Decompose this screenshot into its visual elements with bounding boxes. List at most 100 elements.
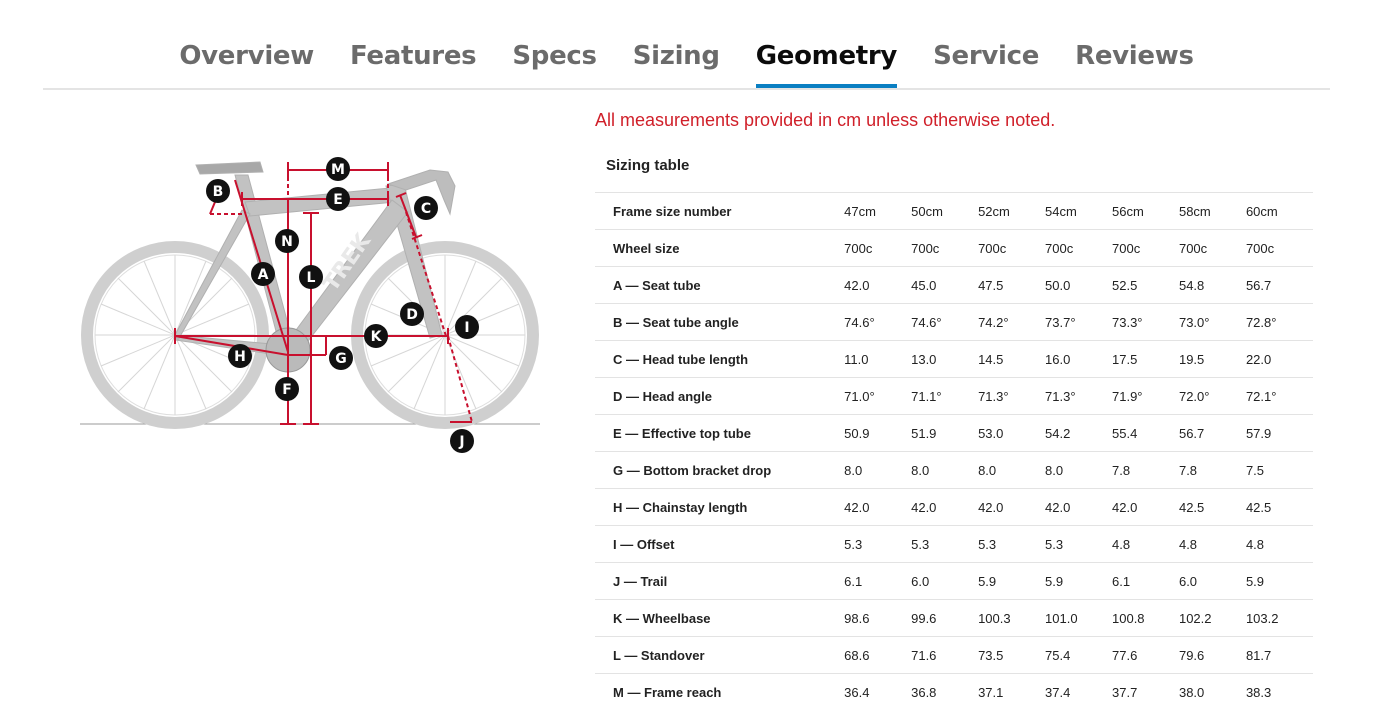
table-cell: 6.1 — [844, 562, 912, 600]
marker-i: I — [455, 315, 479, 339]
table-cell: 42.0 — [911, 488, 979, 526]
table-cell: 37.1 — [978, 673, 1046, 711]
table-cell: 101.0 — [1045, 599, 1112, 637]
table-cell: 37.4 — [1045, 673, 1112, 711]
table-cell: 98.6 — [844, 599, 912, 637]
table-cell: 8.0 — [911, 451, 979, 489]
sizing-table-title: Sizing table — [606, 157, 690, 174]
row-label: H — Chainstay length — [595, 488, 845, 526]
table-cell: 58cm — [1178, 192, 1246, 230]
section-tabs: Overview Features Specs Sizing Geometry … — [43, 0, 1330, 90]
table-cell: 72.1° — [1245, 377, 1313, 415]
table-cell: 57.9 — [1245, 414, 1313, 452]
geometry-diagram: TREK M E B C N L A D I K H G F J — [70, 140, 550, 460]
table-cell: 50cm — [911, 192, 979, 230]
table-cell: 54.8 — [1178, 266, 1246, 304]
table-row: B — Seat tube angle 74.6° 74.6° 74.2° 73.7° 7… — [595, 303, 1313, 341]
table-row: K — Wheelbase 98.6 99.6 100.3 101.0 100.8 102.… — [595, 599, 1313, 637]
table-cell: 37.7 — [1112, 673, 1179, 711]
table-cell: 5.3 — [1045, 525, 1112, 563]
table-cell: 5.9 — [1045, 562, 1112, 600]
table-cell: 103.2 — [1245, 599, 1313, 637]
table-cell: 11.0 — [844, 340, 912, 378]
svg-text:J: J — [458, 434, 464, 450]
table-cell: 7.8 — [1112, 451, 1179, 489]
tab-sizing[interactable]: Sizing — [615, 36, 738, 88]
table-cell: 7.5 — [1245, 451, 1313, 489]
tab-geometry[interactable]: Geometry — [738, 36, 915, 88]
svg-text:B: B — [213, 184, 224, 200]
table-row: Wheel size 700c 700c 700c 700c 700c 700c 700c — [595, 229, 1313, 267]
table-cell: 13.0 — [911, 340, 979, 378]
table-cell: 42.0 — [1045, 488, 1112, 526]
table-cell: 56.7 — [1178, 414, 1246, 452]
table-cell: 700c — [1112, 229, 1179, 267]
svg-text:H: H — [234, 349, 246, 365]
table-cell: 4.8 — [1245, 525, 1313, 563]
table-cell: 700c — [978, 229, 1046, 267]
tab-specs[interactable]: Specs — [494, 36, 614, 88]
table-cell: 14.5 — [978, 340, 1046, 378]
marker-k: K — [364, 324, 388, 348]
table-cell: 50.9 — [844, 414, 912, 452]
tab-features[interactable]: Features — [332, 36, 494, 88]
table-cell: 71.0° — [844, 377, 912, 415]
row-label: C — Head tube length — [595, 340, 845, 378]
table-cell: 56cm — [1112, 192, 1179, 230]
table-cell: 4.8 — [1178, 525, 1246, 563]
table-cell: 71.9° — [1112, 377, 1179, 415]
table-cell: 54.2 — [1045, 414, 1112, 452]
marker-e: E — [326, 187, 350, 211]
table-cell: 700c — [844, 229, 912, 267]
tab-reviews[interactable]: Reviews — [1057, 36, 1212, 88]
table-cell: 8.0 — [1045, 451, 1112, 489]
table-cell: 5.9 — [978, 562, 1046, 600]
marker-g: G — [329, 346, 353, 370]
tab-overview[interactable]: Overview — [161, 36, 332, 88]
table-row: H — Chainstay length 42.0 42.0 42.0 42.0 42.0… — [595, 488, 1313, 526]
table-cell: 45.0 — [911, 266, 979, 304]
table-cell: 38.0 — [1178, 673, 1246, 711]
table-cell: 72.0° — [1178, 377, 1246, 415]
table-cell: 53.0 — [978, 414, 1046, 452]
svg-text:A: A — [258, 267, 269, 283]
table-row: I — Offset 5.3 5.3 5.3 5.3 4.8 4.8 4.8 — [595, 525, 1313, 563]
table-cell: 71.3° — [1045, 377, 1112, 415]
table-cell: 42.0 — [1112, 488, 1179, 526]
table-cell: 7.8 — [1178, 451, 1246, 489]
table-row: C — Head tube length 11.0 13.0 14.5 16.0 17.5… — [595, 340, 1313, 378]
table-cell: 42.0 — [978, 488, 1046, 526]
svg-text:L: L — [307, 270, 316, 286]
marker-j: J — [450, 429, 474, 453]
sizing-table: Frame size number 47cm 50cm 52cm 54cm 56cm 58c… — [595, 192, 1313, 711]
table-cell: 60cm — [1245, 192, 1313, 230]
measurement-note: All measurements provided in cm unless o… — [595, 110, 1056, 130]
svg-text:F: F — [282, 382, 292, 398]
row-label: I — Offset — [595, 525, 845, 563]
table-cell: 8.0 — [844, 451, 912, 489]
table-cell: 68.6 — [844, 636, 912, 674]
table-cell: 19.5 — [1178, 340, 1246, 378]
table-cell: 22.0 — [1245, 340, 1313, 378]
tab-service[interactable]: Service — [915, 36, 1057, 88]
svg-text:G: G — [335, 351, 347, 367]
tab-list: Overview Features Specs Sizing Geometry … — [43, 36, 1330, 88]
table-row: E — Effective top tube 50.9 51.9 53.0 54.2 55… — [595, 414, 1313, 452]
table-cell: 74.2° — [978, 303, 1046, 341]
svg-text:K: K — [371, 329, 383, 345]
table-row: A — Seat tube 42.0 45.0 47.5 50.0 52.5 54.8 56.… — [595, 266, 1313, 304]
table-cell: 73.0° — [1178, 303, 1246, 341]
table-cell: 42.5 — [1178, 488, 1246, 526]
table-cell: 55.4 — [1112, 414, 1179, 452]
table-cell: 700c — [911, 229, 979, 267]
table-cell: 36.8 — [911, 673, 979, 711]
table-cell: 6.0 — [911, 562, 979, 600]
table-cell: 700c — [1245, 229, 1313, 267]
table-row: M — Frame reach 36.4 36.8 37.1 37.4 37.7 38.0 3… — [595, 673, 1313, 711]
svg-text:E: E — [333, 192, 343, 208]
table-cell: 5.9 — [1245, 562, 1313, 600]
table-cell: 8.0 — [978, 451, 1046, 489]
table-cell: 16.0 — [1045, 340, 1112, 378]
table-row: J — Trail 6.1 6.0 5.9 5.9 6.1 6.0 5.9 — [595, 562, 1313, 600]
table-cell: 4.8 — [1112, 525, 1179, 563]
